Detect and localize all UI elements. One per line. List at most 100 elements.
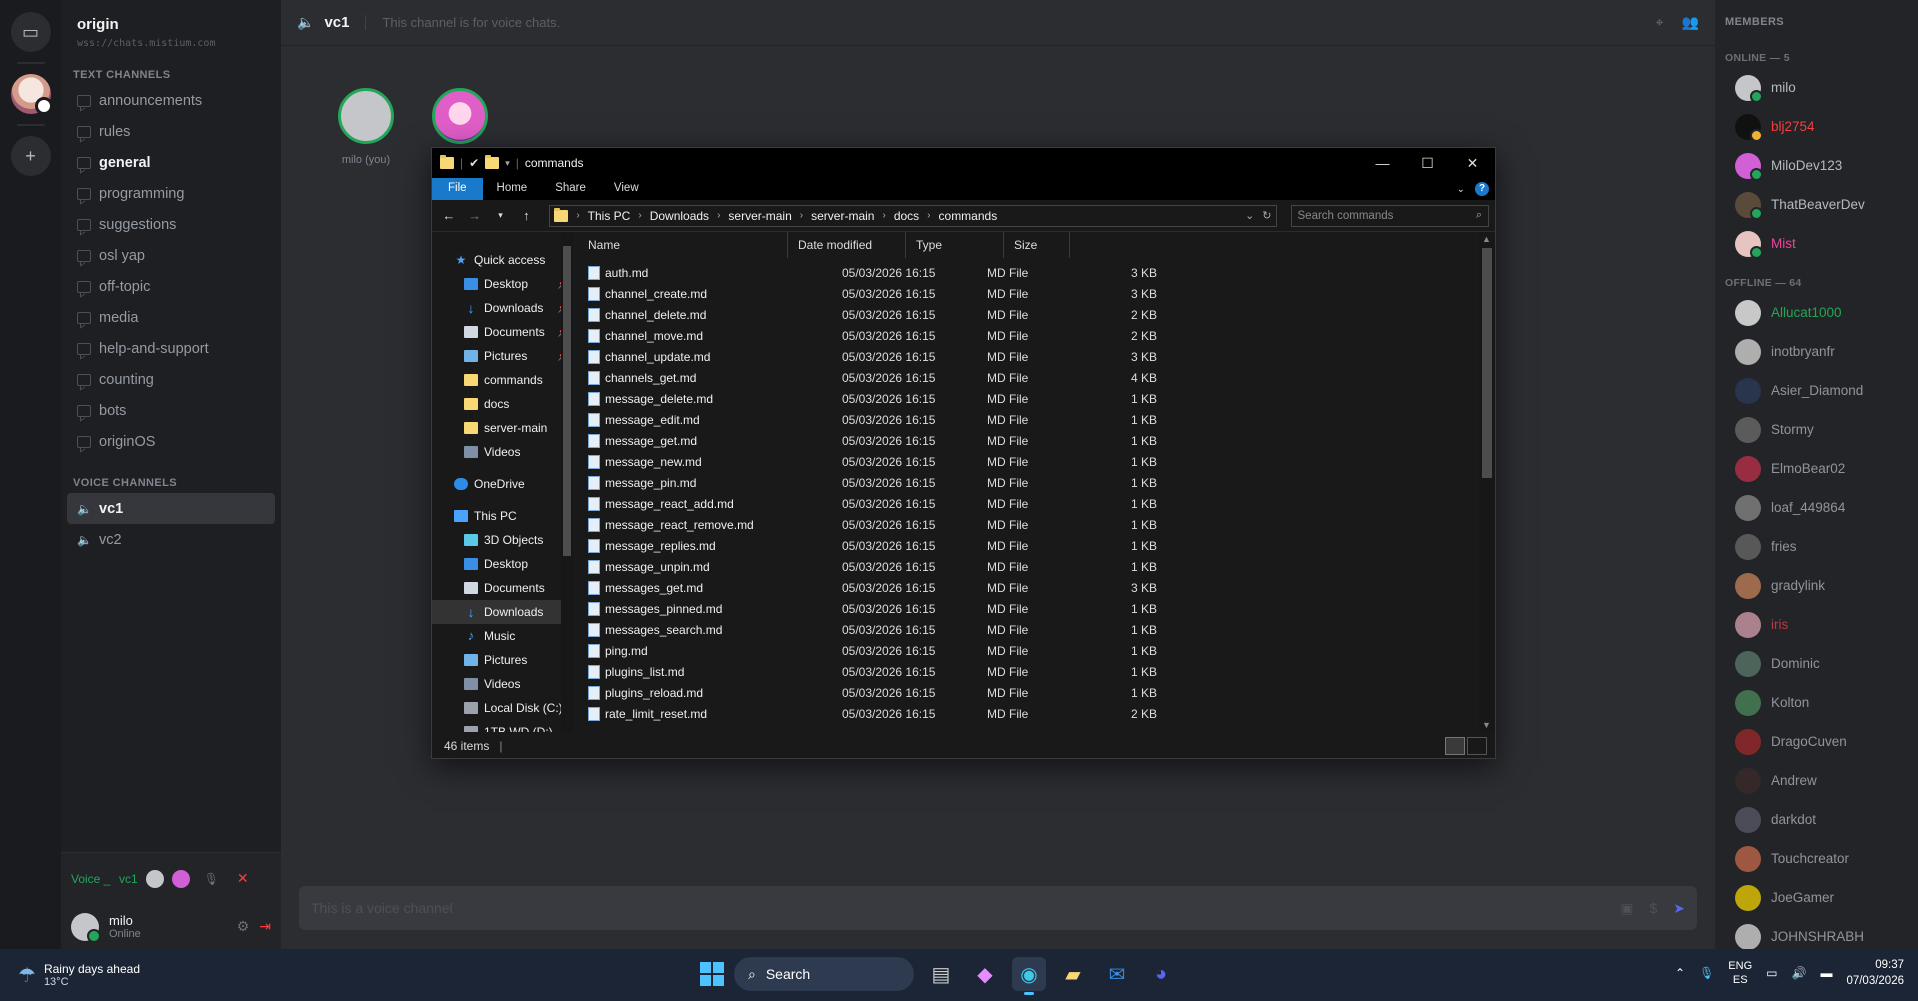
column-size[interactable]: Size — [1004, 232, 1070, 258]
server-header[interactable]: origin wss://chats.mistium.com — [61, 0, 281, 49]
forward-arrow-icon[interactable]: → — [464, 208, 486, 223]
file-row[interactable]: message_react_remove.md 05/03/2026 16:15 M… — [573, 514, 1473, 535]
member-item[interactable]: gradylink — [1715, 566, 1918, 605]
text-channel-originos[interactable]: originOS — [67, 426, 275, 457]
properties-icon[interactable]: ✔ — [469, 156, 479, 170]
recent-locations-icon[interactable]: ▾ — [490, 210, 512, 221]
member-item[interactable]: milo — [1715, 68, 1918, 107]
text-channel-bots[interactable]: bots — [67, 395, 275, 426]
language-indicator[interactable]: ENG ES — [1728, 959, 1752, 987]
file-row[interactable]: message_replies.md 05/03/2026 16:15 MD Fil… — [573, 535, 1473, 556]
file-row[interactable]: message_edit.md 05/03/2026 16:15 MD File 1 … — [573, 409, 1473, 430]
column-type[interactable]: Type — [906, 232, 1004, 258]
text-channel-help-and-support[interactable]: help-and-support — [67, 333, 275, 364]
nav-item[interactable]: Local Disk (C:) — [432, 696, 573, 720]
navigation-scrollbar[interactable] — [561, 232, 573, 732]
breadcrumb-item[interactable]: Downloads — [650, 209, 709, 223]
message-input[interactable] — [311, 900, 1605, 916]
file-row[interactable]: message_new.md 05/03/2026 16:15 MD File 1 K… — [573, 451, 1473, 472]
explorer-titlebar[interactable]: | ✔ ▾ | commands — ☐ ✕ — [432, 148, 1495, 178]
microphone-icon[interactable]: 🎙 — [1699, 966, 1714, 980]
search-input[interactable] — [1297, 209, 1476, 222]
breadcrumb-separator[interactable]: › — [638, 210, 641, 221]
breadcrumb-separator[interactable]: › — [717, 210, 720, 221]
nav-item[interactable]: Videos — [432, 440, 573, 464]
tab-file[interactable]: File — [432, 178, 483, 200]
nav-item[interactable]: Documents — [432, 576, 573, 600]
address-bar[interactable]: › This PC › Downloads › server-main › server-m… — [549, 204, 1277, 227]
image-icon[interactable]: ▣ — [1620, 900, 1633, 917]
member-item[interactable]: ElmoBear02 — [1715, 449, 1918, 488]
member-item[interactable]: MiloDev123 — [1715, 146, 1918, 185]
members-icon[interactable]: 👥 — [1682, 14, 1699, 31]
server-icon-origin[interactable] — [10, 74, 53, 115]
minimize-button[interactable]: — — [1360, 155, 1405, 172]
member-item[interactable]: ThatBeaverDev — [1715, 185, 1918, 224]
member-item[interactable]: inotbryanfr — [1715, 332, 1918, 371]
chevron-down-icon[interactable]: ⌄ — [1245, 209, 1254, 222]
gear-icon[interactable]: ⚙ — [237, 918, 250, 935]
member-item[interactable]: iris — [1715, 605, 1918, 644]
taskbar-search[interactable]: ⌕ Search — [734, 957, 914, 991]
file-row[interactable]: message_unpin.md 05/03/2026 16:15 MD File 1… — [573, 556, 1473, 577]
start-button[interactable] — [700, 962, 724, 986]
dollar-icon[interactable]: $ — [1649, 900, 1657, 916]
breadcrumb-item[interactable]: docs — [894, 209, 919, 223]
send-icon[interactable]: ➤ — [1673, 900, 1685, 917]
file-row[interactable]: channel_delete.md 05/03/2026 16:15 MD File… — [573, 304, 1473, 325]
refresh-icon[interactable]: ↻ — [1262, 209, 1271, 222]
file-row[interactable]: plugins_list.md 05/03/2026 16:15 MD File 1 … — [573, 661, 1473, 682]
nav-item[interactable]: This PC — [432, 504, 573, 528]
nav-item[interactable]: server-main — [432, 416, 573, 440]
battery-icon[interactable]: ▬ — [1820, 966, 1832, 980]
tab-view[interactable]: View — [600, 178, 653, 200]
column-name[interactable]: Name — [578, 232, 788, 258]
direct-messages-button[interactable]: ▭ — [10, 12, 51, 52]
text-channel-programming[interactable]: programming — [67, 178, 275, 209]
member-item[interactable]: loaf_449864 — [1715, 488, 1918, 527]
clock[interactable]: 09:37 07/03/2026 — [1846, 957, 1904, 989]
breadcrumb-item[interactable]: commands — [939, 209, 998, 223]
nav-item[interactable]: Desktop📌 — [432, 272, 573, 296]
breadcrumb-item[interactable]: This PC — [588, 209, 631, 223]
up-arrow-icon[interactable]: ↑ — [515, 208, 537, 223]
discord-icon[interactable]: ◕ — [1144, 957, 1178, 991]
voice-channel-vc1[interactable]: 🔈 vc1 — [67, 493, 275, 524]
avatar[interactable] — [71, 912, 101, 943]
file-row[interactable]: channel_create.md 05/03/2026 16:15 MD File… — [573, 283, 1473, 304]
text-channel-off-topic[interactable]: off-topic — [67, 271, 275, 302]
member-item[interactable]: fries — [1715, 527, 1918, 566]
nav-item[interactable]: Desktop — [432, 552, 573, 576]
file-row[interactable]: channel_move.md 05/03/2026 16:15 MD File 2 … — [573, 325, 1473, 346]
breadcrumb-item[interactable]: server-main — [728, 209, 791, 223]
text-channel-general[interactable]: general — [67, 147, 275, 178]
help-icon[interactable]: ? — [1475, 182, 1489, 196]
display-icon[interactable]: ▭ — [1766, 966, 1777, 980]
file-row[interactable]: messages_search.md 05/03/2026 16:15 MD Fil… — [573, 619, 1473, 640]
task-view-icon[interactable]: ▤ — [924, 957, 958, 991]
member-item[interactable]: Andrew — [1715, 761, 1918, 800]
member-item[interactable]: JOHNSHRABH — [1715, 917, 1918, 949]
column-date[interactable]: Date modified — [788, 232, 906, 258]
member-item[interactable]: Asier_Diamond — [1715, 371, 1918, 410]
outlook-icon[interactable]: ✉ — [1100, 957, 1134, 991]
details-view-button[interactable] — [1445, 736, 1465, 755]
large-icons-view-button[interactable] — [1467, 736, 1487, 755]
breadcrumb-separator[interactable]: › — [800, 210, 803, 221]
voice-tile[interactable] — [432, 88, 488, 154]
scroll-up-icon[interactable]: ▲ — [1482, 234, 1491, 244]
file-list-scrollbar[interactable]: ▲ ▼ — [1479, 232, 1495, 732]
voice-tile[interactable]: milo (you) — [338, 88, 394, 166]
file-row[interactable]: plugins_reload.md 05/03/2026 16:15 MD File… — [573, 682, 1473, 703]
text-channel-rules[interactable]: rules — [67, 116, 275, 147]
nav-item[interactable]: Pictures — [432, 648, 573, 672]
file-row[interactable]: channels_get.md 05/03/2026 16:15 MD File 4 … — [573, 367, 1473, 388]
member-item[interactable]: Allucat1000 — [1715, 293, 1918, 332]
file-row[interactable]: ping.md 05/03/2026 16:15 MD File 1 KB — [573, 640, 1473, 661]
text-channel-suggestions[interactable]: suggestions — [67, 209, 275, 240]
file-row[interactable]: message_pin.md 05/03/2026 16:15 MD File 1 K… — [573, 472, 1473, 493]
breadcrumb-separator[interactable]: › — [882, 210, 885, 221]
microphone-icon[interactable]: 🎙 — [204, 872, 219, 886]
member-item[interactable]: Dominic — [1715, 644, 1918, 683]
member-item[interactable]: JoeGamer — [1715, 878, 1918, 917]
